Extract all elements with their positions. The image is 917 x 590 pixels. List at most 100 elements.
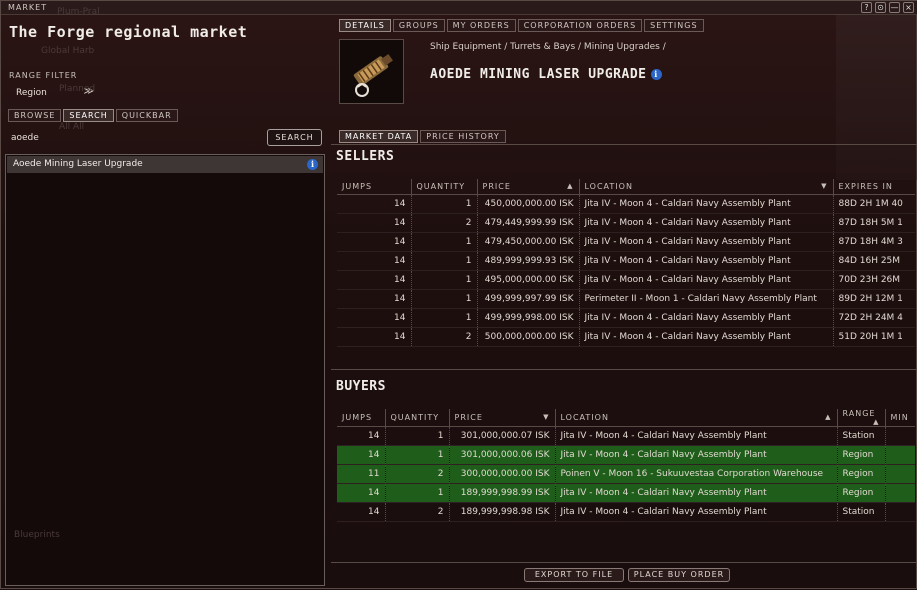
- table-row[interactable]: 14 1 450,000,000.00 ISK Jita IV - Moon 4 - …: [337, 194, 915, 214]
- cell-quantity: 1: [384, 445, 449, 465]
- search-results-list: Aoede Mining Laser Upgrade i Blueprints: [5, 154, 325, 586]
- cell-price: 189,999,998.99 ISK: [448, 483, 555, 503]
- tab-my-orders[interactable]: MY ORDERS: [446, 19, 516, 32]
- cell-jumps: 14: [337, 289, 411, 309]
- cell-range: Region: [836, 464, 885, 484]
- cell-quantity: 1: [410, 251, 477, 271]
- close-button[interactable]: ×: [903, 2, 914, 13]
- table-row[interactable]: 14 1 499,999,997.99 ISK Perimeter II - Moon…: [337, 289, 915, 309]
- sellers-table-body: 14 1 450,000,000.00 ISK Jita IV - Moon 4 - …: [337, 194, 915, 347]
- cell-expires-in: 87D 18H 5M 1: [832, 213, 915, 233]
- table-row[interactable]: 11 2 300,000,000.00 ISK Poinen V - Moon 16 …: [337, 464, 915, 484]
- cell-location: Jita IV - Moon 4 - Caldari Navy Assembly…: [578, 308, 833, 328]
- table-row[interactable]: 14 2 500,000,000.00 ISK Jita IV - Moon 4 - …: [337, 327, 915, 347]
- cell-jumps: 14: [337, 445, 385, 465]
- export-to-file-button[interactable]: EXPORT TO FILE: [524, 568, 624, 582]
- table-row[interactable]: 14 1 495,000,000.00 ISK Jita IV - Moon 4 - …: [337, 270, 915, 290]
- tab-market-data[interactable]: MARKET DATA: [339, 130, 419, 143]
- column-header-range[interactable]: RANGE: [836, 409, 885, 427]
- column-header-jumps[interactable]: JUMPS: [337, 179, 411, 195]
- cell-price: 301,000,000.06 ISK: [448, 445, 555, 465]
- column-header-price[interactable]: PRICE: [476, 179, 579, 195]
- list-item[interactable]: Aoede Mining Laser Upgrade i: [7, 156, 323, 173]
- column-header-quantity[interactable]: QUANTITY: [384, 409, 449, 427]
- cell-min: [884, 464, 915, 484]
- cell-min: [884, 483, 915, 503]
- cell-price: 479,450,000.00 ISK: [476, 232, 579, 252]
- cell-jumps: 14: [337, 502, 385, 522]
- cell-jumps: 14: [337, 270, 411, 290]
- place-buy-order-button[interactable]: PLACE BUY ORDER: [628, 568, 730, 582]
- cell-expires-in: 72D 2H 24M 4: [832, 308, 915, 328]
- table-row[interactable]: 14 1 489,999,999.93 ISK Jita IV - Moon 4 - …: [337, 251, 915, 271]
- cell-quantity: 2: [410, 213, 477, 233]
- market-window: MARKET ? ⊙ — × Plum-Pral The Forge regio…: [0, 0, 917, 589]
- cell-location: Jita IV - Moon 4 - Caldari Navy Assembly…: [554, 483, 837, 503]
- divider: [331, 144, 917, 145]
- column-header-min[interactable]: MIN: [884, 409, 915, 427]
- table-row[interactable]: 14 1 499,999,998.00 ISK Jita IV - Moon 4 - …: [337, 308, 915, 328]
- cell-price: 189,999,998.98 ISK: [448, 502, 555, 522]
- cell-quantity: 2: [384, 464, 449, 484]
- divider: [331, 369, 917, 370]
- cell-jumps: 14: [337, 194, 411, 214]
- background-decoration: [836, 15, 917, 180]
- table-row[interactable]: 14 1 301,000,000.07 ISK Jita IV - Moon 4 - …: [337, 426, 915, 446]
- tab-browse[interactable]: BROWSE: [8, 109, 62, 122]
- column-header-location[interactable]: LOCATION: [578, 179, 833, 195]
- buyers-title: BUYERS: [336, 379, 386, 394]
- mining-upgrade-icon[interactable]: [339, 39, 404, 104]
- tab-groups[interactable]: GROUPS: [392, 19, 445, 32]
- cell-location: Jita IV - Moon 4 - Caldari Navy Assembly…: [578, 327, 833, 347]
- info-icon[interactable]: i: [650, 69, 662, 80]
- buyers-table: JUMPS QUANTITY PRICE LOCATION RANGE MIN …: [337, 409, 915, 522]
- column-header-jumps[interactable]: JUMPS: [337, 409, 385, 427]
- table-row[interactable]: 14 1 479,450,000.00 ISK Jita IV - Moon 4 - …: [337, 232, 915, 252]
- tab-search[interactable]: SEARCH: [63, 109, 114, 122]
- cell-jumps: 14: [337, 327, 411, 347]
- cell-expires-in: 70D 23H 26M: [832, 270, 915, 290]
- title-bar[interactable]: MARKET ? ⊙ — ×: [1, 1, 917, 15]
- cell-quantity: 1: [410, 194, 477, 214]
- table-row[interactable]: 14 1 301,000,000.06 ISK Jita IV - Moon 4 - …: [337, 445, 915, 465]
- ghost-line: Blueprints: [14, 530, 60, 540]
- cell-range: Region: [836, 445, 885, 465]
- info-icon[interactable]: i: [307, 159, 318, 170]
- help-button[interactable]: ?: [861, 2, 872, 13]
- column-header-quantity[interactable]: QUANTITY: [410, 179, 477, 195]
- minimize-button[interactable]: —: [889, 2, 900, 13]
- cell-quantity: 1: [410, 232, 477, 252]
- table-row[interactable]: 14 1 189,999,998.99 ISK Jita IV - Moon 4 - …: [337, 483, 915, 503]
- cell-quantity: 1: [384, 483, 449, 503]
- ghost-line: Plum-Pral: [57, 7, 100, 17]
- cell-quantity: 1: [384, 426, 449, 446]
- window-controls: ? ⊙ — ×: [861, 2, 914, 13]
- left-tabs: BROWSE SEARCH QUICKBAR: [8, 109, 178, 122]
- column-header-expires-in[interactable]: EXPIRES IN: [832, 179, 915, 195]
- table-row[interactable]: 14 2 189,999,998.98 ISK Jita IV - Moon 4 - …: [337, 502, 915, 522]
- cell-expires-in: 89D 2H 12M 1: [832, 289, 915, 309]
- search-button[interactable]: SEARCH: [267, 129, 322, 146]
- cell-location: Jita IV - Moon 4 - Caldari Navy Assembly…: [578, 213, 833, 233]
- options-button[interactable]: ⊙: [875, 2, 886, 13]
- search-input[interactable]: aoede: [8, 129, 263, 147]
- tab-details[interactable]: DETAILS: [339, 19, 391, 32]
- table-row[interactable]: 14 2 479,449,999.99 ISK Jita IV - Moon 4 - …: [337, 213, 915, 233]
- cell-price: 499,999,998.00 ISK: [476, 308, 579, 328]
- tab-price-history[interactable]: PRICE HISTORY: [420, 130, 506, 143]
- tab-settings[interactable]: SETTINGS: [644, 19, 704, 32]
- column-header-price[interactable]: PRICE: [448, 409, 555, 427]
- tab-corporation-orders[interactable]: CORPORATION ORDERS: [517, 19, 643, 32]
- cell-location: Jita IV - Moon 4 - Caldari Navy Assembly…: [578, 232, 833, 252]
- column-header-location[interactable]: LOCATION: [554, 409, 837, 427]
- breadcrumb[interactable]: Ship Equipment / Turrets & Bays / Mining…: [430, 42, 666, 52]
- cell-location: Jita IV - Moon 4 - Caldari Navy Assembly…: [578, 251, 833, 271]
- cell-jumps: 14: [337, 308, 411, 328]
- cell-quantity: 1: [410, 308, 477, 328]
- region-title: The Forge regional market: [9, 23, 248, 41]
- cell-jumps: 14: [337, 483, 385, 503]
- tab-quickbar[interactable]: QUICKBAR: [115, 109, 178, 122]
- cell-expires-in: 51D 20H 1M 1: [832, 327, 915, 347]
- cell-price: 489,999,999.93 ISK: [476, 251, 579, 271]
- cell-price: 499,999,997.99 ISK: [476, 289, 579, 309]
